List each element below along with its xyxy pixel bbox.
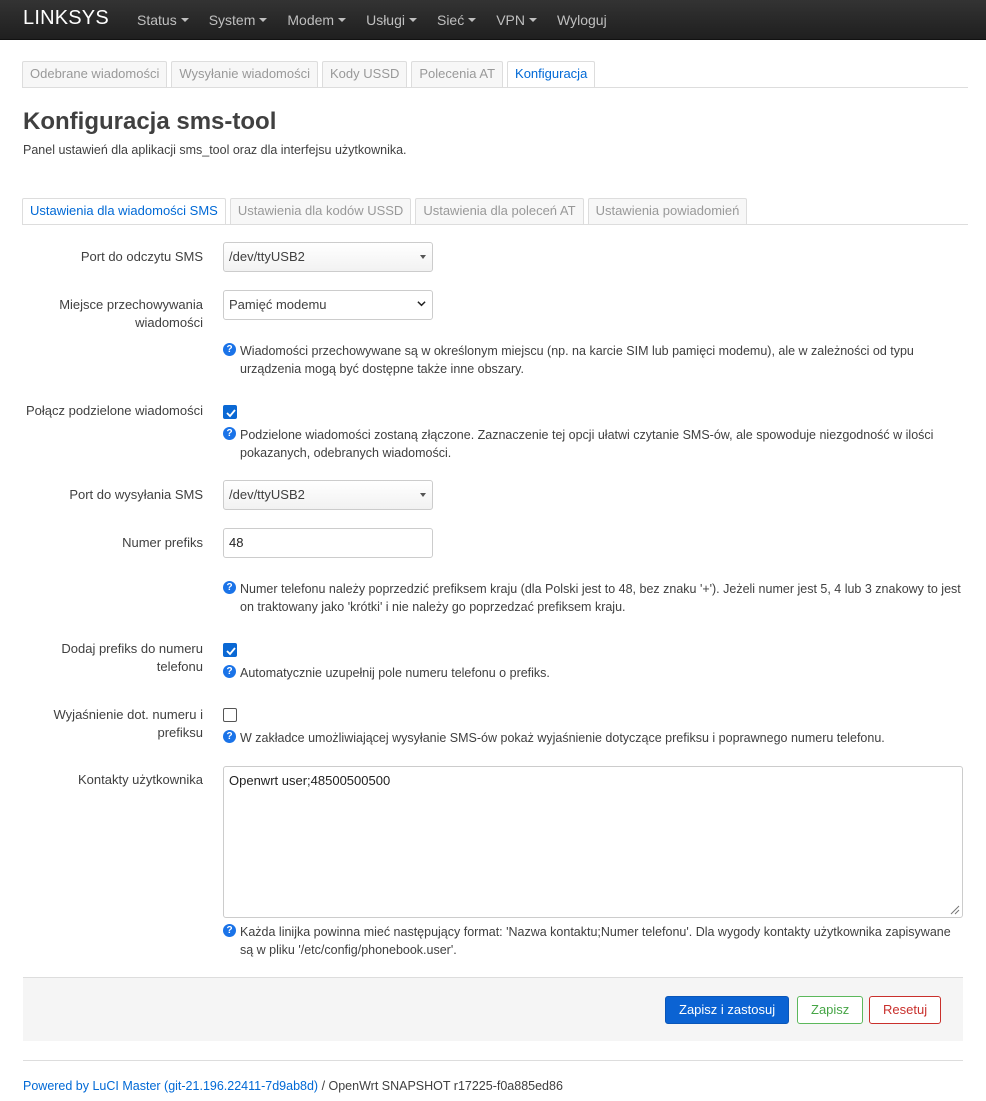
contacts-help-text: Każda linijka powinna mieć następujący f… <box>240 925 951 957</box>
storage-help: ? Wiadomości przechowywane są w określon… <box>223 342 963 378</box>
storage-label: Miejsce przechowywania wiadomości <box>59 297 203 330</box>
footer-divider <box>23 1060 963 1061</box>
menu-system-label: System <box>208 12 256 28</box>
menu-modem[interactable]: Modem <box>287 12 347 28</box>
add-prefix-help: ? Automatycznie uzupełnij pole numeru te… <box>223 664 963 682</box>
checkmark-icon <box>226 409 236 418</box>
caret-down-icon <box>420 255 426 259</box>
contacts-help: ? Każda linijka powinna mieć następujący… <box>223 923 963 959</box>
save-button[interactable]: Zapisz <box>797 996 864 1024</box>
contacts-label: Kontakty użytkownika <box>77 772 203 787</box>
settings-tabs: Ustawienia dla wiadomości SMS Ustawienia… <box>22 198 751 225</box>
caret-down-icon <box>180 18 189 22</box>
tab-notification-settings[interactable]: Ustawienia powiadomień <box>587 198 748 224</box>
explain-help-text: W zakładce umożliwiającej wysyłanie SMS-… <box>240 731 885 745</box>
tab-at-settings[interactable]: Ustawienia dla poleceń AT <box>415 198 584 224</box>
menu-vpn-label: VPN <box>496 12 526 28</box>
add-prefix-checkbox[interactable] <box>223 643 237 657</box>
read-port-value: /dev/ttyUSB2 <box>229 249 305 264</box>
help-icon: ? <box>223 343 236 356</box>
chevron-down-icon <box>417 301 426 307</box>
menu-status-label: Status <box>137 12 177 28</box>
storage-select[interactable]: Pamięć modemu <box>223 290 433 320</box>
tab-configuration[interactable]: Konfiguracja <box>507 61 596 88</box>
footer: Powered by LuCI Master (git-21.196.22411… <box>23 1079 563 1093</box>
menu-logout[interactable]: Wyloguj <box>557 12 607 28</box>
caret-down-icon <box>468 18 477 22</box>
menu-vpn[interactable]: VPN <box>496 12 538 28</box>
merge-label: Połącz podzielone wiadomości <box>25 403 203 418</box>
save-apply-button[interactable]: Zapisz i zastosuj <box>665 996 790 1024</box>
caret-down-icon <box>259 18 268 22</box>
top-navbar: LINKSYS Status System Modem Usługi Sieć … <box>0 0 986 40</box>
help-icon: ? <box>223 924 236 937</box>
explain-help: ? W zakładce umożliwiającej wysyłanie SM… <box>223 729 963 747</box>
prefix-input[interactable]: 48 <box>223 528 433 558</box>
help-icon: ? <box>223 730 236 743</box>
reset-button[interactable]: Resetuj <box>869 996 942 1024</box>
settings-tabs-divider <box>22 224 968 225</box>
form-actions: Zapisz i zastosuj Zapisz Resetuj <box>23 977 963 1041</box>
contacts-textarea[interactable]: Openwrt user;48500500500 <box>223 766 963 918</box>
main-menu: Status System Modem Usługi Sieć VPN Wylo… <box>137 12 627 28</box>
caret-down-icon <box>420 493 426 497</box>
tab-ussd-codes[interactable]: Kody USSD <box>322 61 408 87</box>
tab-ussd-settings[interactable]: Ustawienia dla kodów USSD <box>229 198 412 224</box>
read-port-label: Port do odczytu SMS <box>80 249 203 264</box>
checkmark-icon <box>226 647 236 656</box>
tab-at-commands[interactable]: Polecenia AT <box>411 61 504 87</box>
resize-grip-icon[interactable] <box>948 903 960 915</box>
menu-services-label: Usługi <box>366 12 405 28</box>
send-port-select[interactable]: /dev/ttyUSB2 <box>223 480 433 510</box>
storage-help-text: Wiadomości przechowywane są w określonym… <box>240 344 914 376</box>
merge-help: ? Podzielone wiadomości zostaną złączone… <box>223 426 963 462</box>
tab-sms-settings[interactable]: Ustawienia dla wiadomości SMS <box>22 198 226 225</box>
page-title: Konfiguracja sms-tool <box>23 108 277 135</box>
brand-logo[interactable]: LINKSYS <box>23 7 109 30</box>
explain-checkbox[interactable] <box>223 708 237 722</box>
help-icon: ? <box>223 581 236 594</box>
add-prefix-help-text: Automatycznie uzupełnij pole numeru tele… <box>240 666 550 680</box>
add-prefix-label: Dodaj prefiks do numeru telefonu <box>61 641 203 674</box>
storage-value: Pamięć modemu <box>229 297 327 312</box>
read-port-select[interactable]: /dev/ttyUSB2 <box>223 242 433 272</box>
menu-network[interactable]: Sieć <box>436 12 477 28</box>
prefix-label: Numer prefiks <box>122 535 203 550</box>
merge-help-text: Podzielone wiadomości zostaną złączone. … <box>240 428 934 460</box>
contacts-value: Openwrt user;48500500500 <box>229 773 391 788</box>
caret-down-icon <box>529 18 538 22</box>
menu-services[interactable]: Usługi <box>366 12 417 28</box>
send-port-value: /dev/ttyUSB2 <box>229 487 305 502</box>
send-port-label: Port do wysyłania SMS <box>69 487 203 502</box>
help-icon: ? <box>223 665 236 678</box>
menu-network-label: Sieć <box>436 12 465 28</box>
prefix-help-text: Numer telefonu należy poprzedzić prefiks… <box>240 582 961 614</box>
main-tabs: Odebrane wiadomości Wysyłanie wiadomości… <box>22 61 599 88</box>
menu-status[interactable]: Status <box>137 12 189 28</box>
tab-send-messages[interactable]: Wysyłanie wiadomości <box>171 61 319 87</box>
caret-down-icon <box>338 18 347 22</box>
footer-version: / OpenWrt SNAPSHOT r17225-f0a885ed86 <box>318 1079 563 1093</box>
menu-logout-label: Wyloguj <box>557 12 607 28</box>
page-description: Panel ustawień dla aplikacji sms_tool or… <box>23 143 407 157</box>
luci-link[interactable]: Powered by LuCI Master (git-21.196.22411… <box>23 1079 318 1093</box>
tab-received-messages[interactable]: Odebrane wiadomości <box>22 61 168 87</box>
explain-label: Wyjaśnienie dot. numeru i prefiksu <box>53 707 203 740</box>
menu-modem-label: Modem <box>287 12 335 28</box>
help-icon: ? <box>223 427 236 440</box>
menu-system[interactable]: System <box>209 12 268 28</box>
merge-checkbox[interactable] <box>223 405 237 419</box>
caret-down-icon <box>408 18 417 22</box>
main-tabs-divider <box>22 87 968 88</box>
prefix-help: ? Numer telefonu należy poprzedzić prefi… <box>223 580 963 616</box>
